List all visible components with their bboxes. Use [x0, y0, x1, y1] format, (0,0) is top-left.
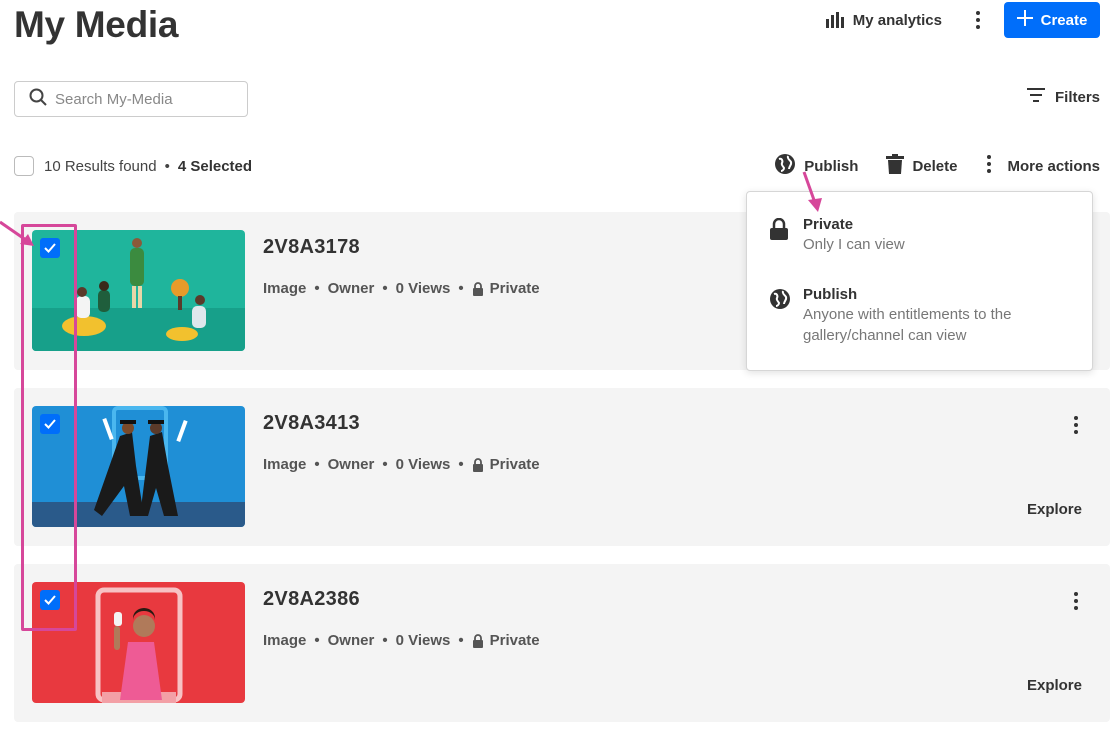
- menu-item-description: Only I can view: [803, 236, 905, 253]
- entry-more-icon[interactable]: [1066, 588, 1086, 614]
- publish-label: Publish: [804, 157, 859, 175]
- search-box: [14, 81, 248, 117]
- plus-icon: [1016, 10, 1033, 30]
- lock-icon: [472, 457, 484, 472]
- entry-views: 0 Views: [395, 280, 451, 297]
- selected-count: 4 Selected: [177, 157, 253, 175]
- separator-dot: •: [458, 456, 464, 473]
- my-analytics-button[interactable]: My analytics: [825, 12, 942, 29]
- media-thumbnail[interactable]: [32, 230, 245, 351]
- media-thumbnail[interactable]: [32, 582, 245, 703]
- media-entry-row[interactable]: 2V8A3413 Image • Owner • 0 Views • Priva…: [14, 388, 1110, 546]
- globe-icon: [774, 153, 796, 179]
- search-input[interactable]: [55, 90, 235, 108]
- media-entry-row[interactable]: 2V8A2386 Image • Owner • 0 Views • Priva…: [14, 564, 1110, 722]
- delete-button[interactable]: Delete: [886, 154, 957, 178]
- explore-link[interactable]: Explore: [1027, 677, 1082, 694]
- publish-dropdown-menu: Private Only I can view Publish Anyone w…: [746, 191, 1093, 371]
- globe-icon: [769, 288, 791, 315]
- entry-role: Owner: [327, 456, 375, 473]
- search-icon: [29, 88, 47, 111]
- publish-button[interactable]: Publish: [774, 153, 858, 179]
- menu-item-title: Private: [803, 216, 854, 233]
- entry-views: 0 Views: [395, 456, 451, 473]
- create-button[interactable]: Create: [1004, 2, 1100, 38]
- delete-label: Delete: [912, 157, 958, 175]
- separator-dot: •: [458, 280, 464, 297]
- entry-type: Image: [263, 632, 307, 649]
- entry-privacy: Private: [489, 456, 540, 473]
- lock-icon: [472, 633, 484, 648]
- separator-dot: •: [314, 280, 320, 297]
- entry-title[interactable]: 2V8A2386: [263, 588, 360, 611]
- entry-role: Owner: [327, 632, 375, 649]
- entry-metadata: Image • Owner • 0 Views • Private: [263, 632, 540, 649]
- separator-dot: •: [382, 280, 388, 297]
- trash-icon: [886, 154, 905, 178]
- entry-privacy: Private: [489, 632, 540, 649]
- menu-item-description: Anyone with entitlements to the gallery/…: [803, 306, 1012, 344]
- separator-dot: •: [382, 456, 388, 473]
- entry-type: Image: [263, 280, 307, 297]
- more-actions-label: More actions: [1007, 157, 1100, 175]
- filters-label: Filters: [1054, 88, 1100, 106]
- menu-item-text: Private Only I can view: [803, 216, 1053, 255]
- media-thumbnail[interactable]: [32, 406, 245, 527]
- menu-item-publish[interactable]: Publish Anyone with entitlements to the …: [747, 286, 1092, 346]
- lock-icon: [769, 217, 789, 245]
- page-title: My Media: [14, 4, 179, 45]
- separator-dot: •: [382, 632, 388, 649]
- lock-icon: [472, 281, 484, 296]
- more-vertical-icon: [987, 155, 992, 177]
- entry-views: 0 Views: [395, 632, 451, 649]
- entry-title[interactable]: 2V8A3178: [263, 236, 360, 259]
- entry-metadata: Image • Owner • 0 Views • Private: [263, 456, 540, 473]
- bar-chart-icon: [825, 12, 845, 28]
- create-label: Create: [1040, 11, 1088, 29]
- separator-dot: •: [314, 632, 320, 649]
- more-actions-button[interactable]: More actions: [987, 155, 1100, 177]
- menu-item-title: Publish: [803, 286, 858, 303]
- separator-dot: •: [164, 157, 170, 175]
- separator-dot: •: [314, 456, 320, 473]
- results-count: 10 Results found: [44, 157, 157, 175]
- entry-role: Owner: [327, 280, 375, 297]
- entry-privacy: Private: [489, 280, 540, 297]
- entry-type: Image: [263, 456, 307, 473]
- header-more-icon[interactable]: [968, 5, 988, 35]
- explore-link[interactable]: Explore: [1027, 501, 1082, 518]
- menu-item-text: Publish Anyone with entitlements to the …: [803, 286, 1053, 346]
- entry-title[interactable]: 2V8A3413: [263, 412, 360, 435]
- entry-checkbox[interactable]: [40, 238, 60, 258]
- entry-checkbox[interactable]: [40, 590, 60, 610]
- select-all-checkbox[interactable]: [14, 156, 34, 176]
- entry-checkbox[interactable]: [40, 414, 60, 434]
- entry-more-icon[interactable]: [1066, 412, 1086, 438]
- entry-metadata: Image • Owner • 0 Views • Private: [263, 280, 540, 297]
- menu-item-private[interactable]: Private Only I can view: [747, 216, 1092, 255]
- filter-icon: [1026, 88, 1045, 106]
- bulk-actions-bar: 10 Results found • 4 Selected Publish De…: [14, 153, 1100, 179]
- my-analytics-label: My analytics: [852, 11, 942, 29]
- separator-dot: •: [458, 632, 464, 649]
- bulk-actions: Publish Delete More actions: [774, 153, 1100, 179]
- filters-button[interactable]: Filters: [1026, 88, 1100, 106]
- header-actions: My analytics Create: [825, 2, 1100, 38]
